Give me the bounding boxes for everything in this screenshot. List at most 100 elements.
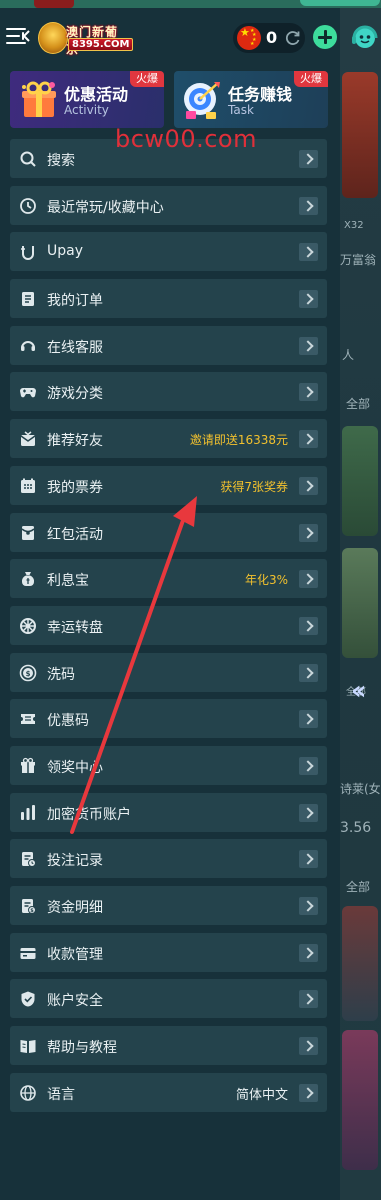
- top-sliver: [0, 0, 381, 8]
- hot-badge: 火爆: [294, 71, 328, 87]
- red-envelope-icon: [21, 525, 35, 540]
- chevron-right-icon: [299, 663, 318, 682]
- menu-item-account-security[interactable]: 账户安全: [10, 979, 327, 1019]
- menu-item-red-envelope[interactable]: 红包活动: [10, 512, 327, 552]
- menu-toggle-icon[interactable]: [6, 26, 32, 48]
- menu-item-bet-records[interactable]: 投注记录: [10, 839, 327, 879]
- menu-item-label: 语言: [47, 1086, 75, 1103]
- chevron-right-icon: [299, 1037, 318, 1056]
- top-bar: 澳门新葡京 8395.COM ★ ★ ★ ★ ★ 0: [0, 0, 381, 74]
- chevron-right-icon: [299, 196, 318, 215]
- background-multiplier: X32: [344, 220, 364, 231]
- menu-item-rebate[interactable]: $ 洗码: [10, 652, 327, 692]
- menu-item-online-support[interactable]: 在线客服: [10, 325, 327, 365]
- menu-item-lucky-wheel[interactable]: 幸运转盘: [10, 605, 327, 645]
- promo-task-card[interactable]: 任务赚钱 Task 火爆: [174, 71, 328, 128]
- card-icon: [20, 947, 36, 959]
- balance-pill: ★ ★ ★ ★ ★ 0: [233, 23, 305, 53]
- menu-item-help-tutorial[interactable]: 帮助与教程: [10, 1026, 327, 1066]
- menu-item-highlight: 邀请即送16338元: [189, 433, 288, 448]
- coupon-icon: [21, 714, 35, 725]
- menu-item-label: 推荐好友: [47, 433, 103, 450]
- chevron-right-icon: [299, 523, 318, 542]
- menu-item-fund-details[interactable]: $ 资金明细: [10, 886, 327, 925]
- menu-item-label: 最近常玩/收藏中心: [47, 199, 164, 216]
- menu-item-label: 搜索: [47, 153, 75, 169]
- chevron-right-icon: [299, 897, 318, 915]
- chevron-right-icon: [299, 570, 318, 589]
- chevron-right-icon: [299, 756, 318, 775]
- promo-title: 任务赚钱: [228, 85, 293, 104]
- chevron-right-icon: [299, 290, 318, 309]
- menu-item-label: 收款管理: [47, 946, 103, 963]
- drawer-menu-list: 搜索 最近常玩/收藏中心 Upay 我的订单 在线客服 游戏分类 推荐好友 邀请…: [10, 139, 327, 1119]
- menu-item-recent-favorites[interactable]: 最近常玩/收藏中心: [10, 185, 327, 225]
- menu-item-label: 领奖中心: [47, 759, 103, 776]
- watermark-text: bcw00.com: [115, 125, 257, 153]
- menu-item-payment-management[interactable]: 收款管理: [10, 932, 327, 972]
- menu-item-refer-friends[interactable]: 推荐好友 邀请即送16338元: [10, 419, 327, 459]
- menu-item-label: 红包活动: [47, 526, 103, 543]
- collapse-drawer-icon[interactable]: ‹‹: [351, 676, 367, 706]
- coin-icon: $: [19, 664, 37, 681]
- background-text-person: 人: [342, 348, 355, 362]
- chevron-right-icon: [299, 990, 318, 1009]
- chevron-right-icon: [299, 476, 318, 495]
- menu-item-label: 利息宝: [47, 573, 89, 590]
- menu-item-prize-center[interactable]: 领奖中心: [10, 745, 327, 785]
- menu-item-label: Upay: [47, 243, 83, 260]
- menu-item-label: 投注记录: [47, 853, 103, 870]
- invite-icon: [20, 431, 36, 447]
- search-icon: [20, 151, 36, 167]
- promo-subtitle: Task: [228, 103, 254, 117]
- promo-activity-card[interactable]: 优惠活动 Activity 火爆: [10, 71, 164, 128]
- background-page-strip: X32 万富翁 人 全部 全部 诗莱(女) 3.56 全部: [340, 0, 381, 1200]
- money-bag-icon: [21, 572, 35, 587]
- chevron-right-icon: [299, 150, 318, 168]
- menu-item-game-categories[interactable]: 游戏分类: [10, 372, 327, 412]
- upay-icon: [21, 246, 34, 261]
- menu-item-my-tickets[interactable]: 我的票券 获得7张奖券: [10, 465, 327, 505]
- headset-icon: [21, 340, 35, 351]
- gamepad-icon: [20, 388, 36, 398]
- crest-icon: [38, 22, 68, 54]
- chevron-right-icon: [299, 616, 318, 635]
- book-icon: [20, 1040, 36, 1054]
- menu-item-interest-treasure[interactable]: 利息宝 年化3%: [10, 559, 327, 599]
- menu-item-highlight: 年化3%: [244, 573, 288, 588]
- menu-item-my-orders[interactable]: 我的订单: [10, 279, 327, 319]
- menu-item-language[interactable]: 语言 简体中文: [10, 1072, 327, 1112]
- menu-item-label: 账户安全: [47, 993, 103, 1010]
- menu-item-crypto-account[interactable]: 加密货币账户: [10, 792, 327, 832]
- gift-icon: [21, 757, 35, 773]
- menu-item-upay[interactable]: Upay: [10, 232, 327, 272]
- balance-amount: 0: [266, 28, 278, 47]
- promo-title: 优惠活动: [64, 85, 129, 104]
- background-text-rich: 万富翁: [340, 253, 377, 267]
- brand-logo[interactable]: 澳门新葡京 8395.COM: [38, 22, 134, 56]
- chevron-right-icon: [299, 430, 318, 449]
- crypto-icon: [21, 804, 35, 820]
- chevron-right-icon: [299, 243, 318, 262]
- refresh-icon[interactable]: [283, 28, 303, 48]
- logo-fragment: [34, 0, 74, 8]
- wheel-icon: [20, 617, 36, 634]
- menu-item-label: 洗码: [47, 666, 75, 683]
- customer-support-icon[interactable]: [350, 23, 380, 53]
- background-game-card: [342, 906, 378, 1021]
- current-language: 简体中文: [235, 1087, 288, 1103]
- menu-item-promo-code[interactable]: 优惠码: [10, 699, 327, 739]
- menu-item-label: 我的票券: [47, 479, 103, 496]
- globe-icon: [20, 1084, 36, 1101]
- shield-icon: [21, 991, 35, 1007]
- background-score: 3.56: [340, 820, 372, 836]
- svg-text:$: $: [30, 908, 34, 914]
- background-game-card: [342, 548, 378, 658]
- chevron-right-icon: [299, 336, 318, 355]
- deposit-add-button[interactable]: [313, 25, 337, 49]
- button-fragment: [300, 0, 380, 6]
- menu-item-label: 资金明细: [47, 900, 103, 916]
- background-game-card: [342, 426, 378, 536]
- background-banner: [342, 72, 378, 198]
- chevron-right-icon: [299, 850, 318, 869]
